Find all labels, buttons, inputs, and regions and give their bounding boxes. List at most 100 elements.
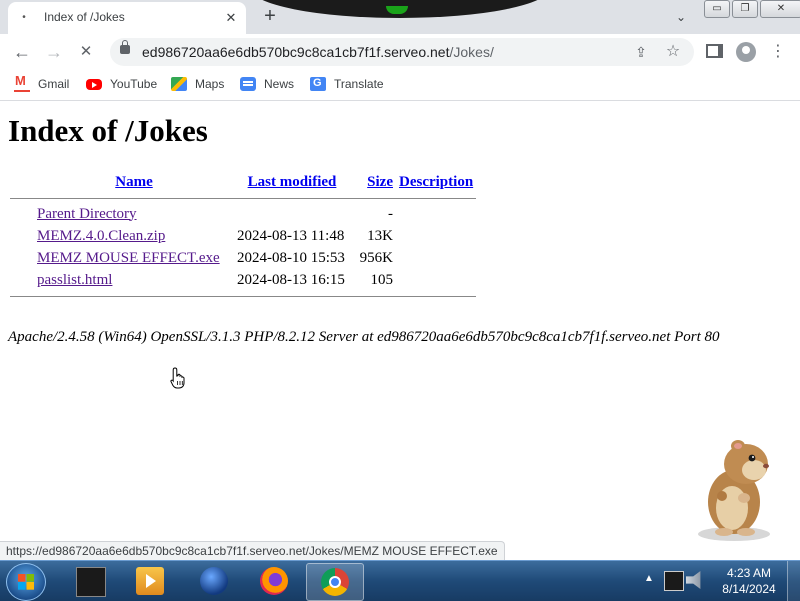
separator-row xyxy=(10,193,477,203)
stop-loading-button[interactable]: ✕ xyxy=(74,40,98,64)
table-header-row: Name Last modified Size Description xyxy=(10,171,476,193)
modified-cell: 2024-08-13 16:15 xyxy=(237,271,345,288)
sphere-app-icon xyxy=(200,567,228,595)
tab-index-of-jokes[interactable]: • Index of /Jokes ✕ xyxy=(8,2,246,34)
taskbar-app-chrome[interactable] xyxy=(306,563,364,601)
description-column-header: Description xyxy=(396,171,476,193)
translate-icon xyxy=(310,77,326,91)
new-tab-button[interactable]: + xyxy=(258,4,282,28)
menu-kebab-icon[interactable]: ⋮ xyxy=(768,42,788,62)
news-icon xyxy=(240,77,256,91)
table-row: MEMZ MOUSE EFFECT.exe 2024-08-10 15:53 9… xyxy=(10,247,476,269)
windows-taskbar: ▲ 4:23 AM 8/14/2024 xyxy=(0,560,800,601)
size-cell: 105 xyxy=(370,271,394,288)
start-button[interactable] xyxy=(6,563,46,601)
size-column-header: Size xyxy=(350,171,396,193)
description-cell xyxy=(396,225,476,247)
tab-search-chevron-icon[interactable]: ⌄ xyxy=(672,8,690,26)
forward-button[interactable]: → xyxy=(42,40,66,64)
modified-cell: 2024-08-10 15:53 xyxy=(237,249,345,266)
sort-by-size-link[interactable]: Size xyxy=(367,174,393,190)
maps-icon xyxy=(171,77,187,91)
bookmark-star-icon[interactable]: ☆ xyxy=(664,43,682,61)
close-window-button[interactable]: ✕ xyxy=(760,0,800,18)
url-host: ed986720aa6e6db570bc9c8ca1cb7f1f.serveo.… xyxy=(142,44,450,60)
bookmark-label: Translate xyxy=(334,77,384,91)
page-title: Index of /Jokes xyxy=(8,113,208,148)
file-link-memz-mouse-effect-exe[interactable]: MEMZ MOUSE EFFECT.exe xyxy=(37,250,220,266)
taskbar-app-firefox[interactable] xyxy=(246,563,302,599)
table-row: passlist.html 2024-08-13 16:15 105 xyxy=(10,269,476,291)
network-icon[interactable] xyxy=(664,571,684,591)
minimize-button[interactable]: ▭ xyxy=(704,0,730,18)
size-cell: 13K xyxy=(367,227,393,244)
link-status-bubble: https://ed986720aa6e6db570bc9c8ca1cb7f1f… xyxy=(0,541,505,560)
lock-icon[interactable] xyxy=(120,40,130,54)
directory-listing: Name Last modified Size Description Pare… xyxy=(10,171,477,301)
tab-close-icon[interactable]: ✕ xyxy=(222,9,240,27)
notch-led xyxy=(386,6,408,14)
server-signature: Apache/2.4.58 (Win64) OpenSSL/3.1.3 PHP/… xyxy=(8,329,720,345)
bookmark-label: Maps xyxy=(195,77,225,91)
profile-avatar-icon[interactable] xyxy=(736,42,756,62)
bookmark-translate[interactable]: Translate xyxy=(310,76,384,92)
window-controls: ▭ ❐ ✕ xyxy=(704,0,800,18)
show-hidden-icons-arrow-icon[interactable]: ▲ xyxy=(644,573,654,584)
modified-column-header: Last modified xyxy=(234,171,350,193)
share-icon[interactable]: ⇪ xyxy=(632,43,650,61)
description-cell xyxy=(396,203,476,225)
taskbar-app-terminal[interactable] xyxy=(62,563,118,599)
clock-date: 8/14/2024 xyxy=(722,582,776,596)
sort-by-modified-link[interactable]: Last modified xyxy=(248,174,337,190)
show-desktop-button[interactable] xyxy=(787,561,800,601)
row-icon-cell xyxy=(10,269,34,291)
file-link-memz-clean-zip[interactable]: MEMZ.4.0.Clean.zip xyxy=(37,228,165,244)
divider xyxy=(10,197,477,199)
taskbar-app-media-player[interactable] xyxy=(122,563,178,599)
bookmark-label: Gmail xyxy=(38,77,70,91)
sort-by-name-link[interactable]: Name xyxy=(115,174,153,190)
bookmark-youtube[interactable]: YouTube xyxy=(86,76,157,92)
url-text[interactable]: ed986720aa6e6db570bc9c8ca1cb7f1f.serveo.… xyxy=(142,44,494,60)
parent-directory-link[interactable]: Parent Directory xyxy=(37,206,137,222)
size-cell: - xyxy=(388,205,393,222)
modified-cell: 2024-08-13 11:48 xyxy=(237,227,345,244)
hamster-desktop-pet-icon[interactable] xyxy=(694,436,780,542)
row-icon-cell xyxy=(10,203,34,225)
maximize-button[interactable]: ❐ xyxy=(732,0,758,18)
row-icon-cell xyxy=(10,225,34,247)
url-path: /Jokes/ xyxy=(449,44,494,60)
icon-column-header xyxy=(10,171,34,193)
description-cell xyxy=(396,247,476,269)
volume-icon[interactable] xyxy=(686,571,701,589)
table-row: MEMZ.4.0.Clean.zip 2024-08-13 11:48 13K xyxy=(10,225,476,247)
file-link-passlist-html[interactable]: passlist.html xyxy=(37,272,112,288)
name-cell: MEMZ.4.0.Clean.zip xyxy=(34,225,234,247)
system-tray: ▲ 4:23 AM 8/14/2024 xyxy=(640,561,800,601)
youtube-icon xyxy=(86,78,102,90)
system-clock[interactable]: 4:23 AM 8/14/2024 xyxy=(716,565,782,597)
back-button[interactable]: ← xyxy=(10,40,34,64)
bookmark-maps[interactable]: Maps xyxy=(171,76,224,92)
tab-title: Index of /Jokes xyxy=(44,10,125,24)
bookmark-label: YouTube xyxy=(110,77,158,91)
address-bar[interactable]: ed986720aa6e6db570bc9c8ca1cb7f1f.serveo.… xyxy=(110,38,694,66)
screen-notch-overlay xyxy=(250,0,550,18)
description-cell xyxy=(396,269,476,291)
firefox-icon xyxy=(260,567,288,595)
side-panel-icon[interactable] xyxy=(706,44,723,58)
name-cell: Parent Directory xyxy=(34,203,234,225)
bookmarks-bar: Gmail YouTube Maps News Translate xyxy=(0,70,800,101)
size-cell: 956K xyxy=(359,249,393,266)
taskbar-app-sphere[interactable] xyxy=(186,563,242,599)
tab-strip: • Index of /Jokes ✕ + ⌄ ▭ ❐ ✕ xyxy=(0,0,800,34)
hand-pointer-cursor-icon xyxy=(170,367,185,389)
sort-by-description-link[interactable]: Description xyxy=(399,174,473,190)
bookmark-label: News xyxy=(264,77,295,91)
page-content: Index of /Jokes Name Last modified Size … xyxy=(0,101,800,541)
chrome-icon xyxy=(321,568,349,596)
bookmark-gmail[interactable]: Gmail xyxy=(14,73,70,92)
name-cell: passlist.html xyxy=(34,269,234,291)
bookmark-news[interactable]: News xyxy=(240,76,294,92)
clock-time: 4:23 AM xyxy=(726,566,772,580)
